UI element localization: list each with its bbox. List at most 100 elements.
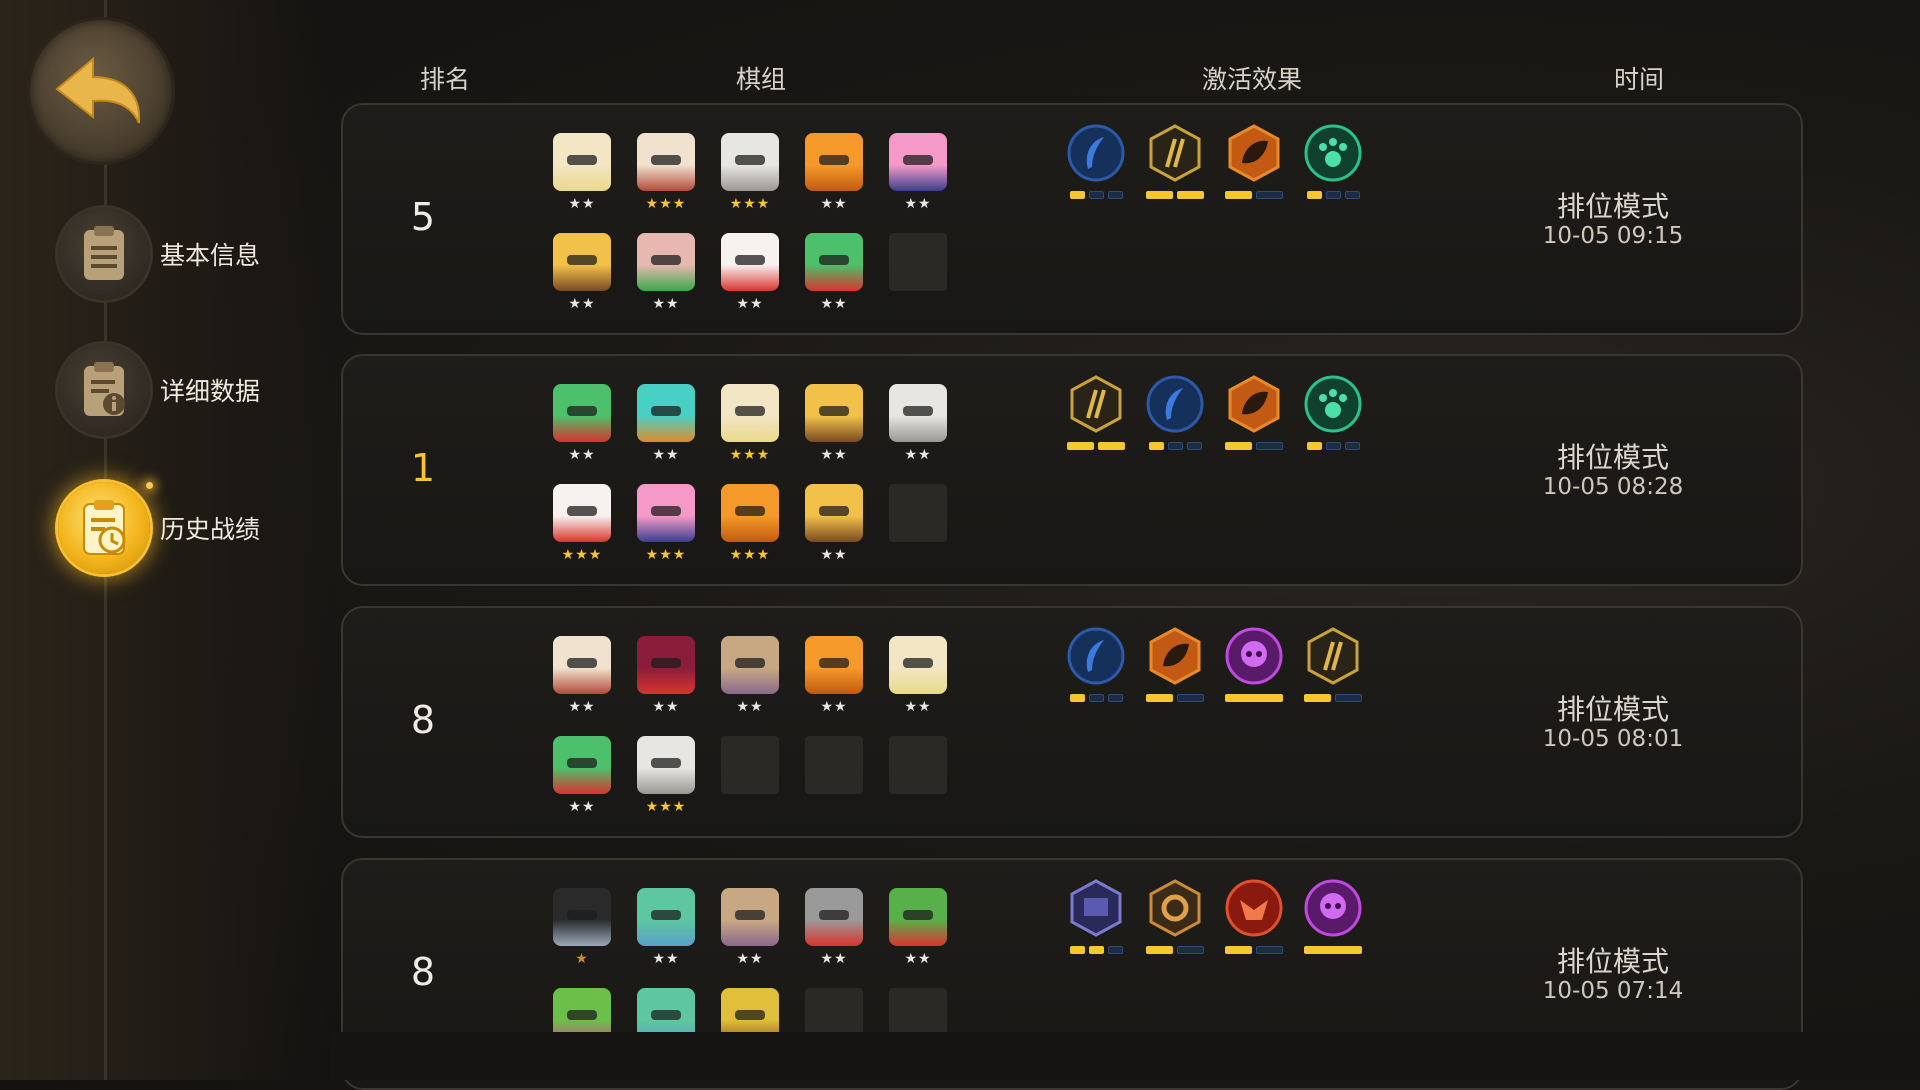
flame-golem-portrait [805,636,863,694]
gold-claw-icon [1145,123,1205,187]
blue-feather-trait[interactable] [1066,123,1126,199]
unit-cowboy-gunner[interactable]: ★★ [553,636,611,716]
trait-level-bars [1303,191,1363,199]
nav-history[interactable]: 历史战绩 [58,482,260,574]
unit-bandaged-mummy[interactable]: ★★ [721,636,779,716]
sparkle [146,482,153,489]
dark-hood-portrait [553,888,611,946]
unit-white-knight[interactable]: ★★★ [637,736,695,816]
green-goblin-portrait [637,233,695,291]
nav-basic-info[interactable]: 基本信息 [58,208,260,300]
unit-white-knight[interactable]: ★★★ [721,133,779,213]
cowboy-gunner-portrait [553,636,611,694]
gold-claw-trait[interactable] [1303,626,1363,702]
unit-cowboy-gunner[interactable]: ★★★ [637,133,695,213]
star-rating: ★★ [652,447,680,463]
nav-detailed-data[interactable]: 详细数据 [58,344,260,436]
star-rating: ★★ [904,196,932,212]
rank-value: 1 [410,446,436,490]
trait-level-bars [1145,442,1205,450]
unit-bandaged-mummy[interactable]: ★★ [721,888,779,968]
star-rating: ★★★ [645,196,687,212]
pink-hair-bandit-portrait [889,133,947,191]
unit-red-eye-skull[interactable]: ★★ [805,888,863,968]
trait-level-bar [1325,442,1341,450]
header-lineup: 棋组 [736,65,787,94]
star-rating: ★★★ [729,196,771,212]
trait-level-bars [1066,442,1126,450]
trait-level-bars [1303,946,1363,954]
unit-hooded-horn[interactable]: ★★ [553,233,611,313]
unit-hooded-horn[interactable]: ★★ [805,384,863,464]
star-rating: ★ [575,951,589,967]
unit-green-goblin[interactable]: ★★ [637,233,695,313]
trait-level-bars [1145,191,1205,199]
flame-golem-portrait [721,484,779,542]
purple-skull-trait[interactable] [1224,626,1284,702]
purple-skull-trait[interactable] [1303,878,1363,954]
trait-level-bar [1107,191,1123,199]
unit-green-alien-robot[interactable]: ★★ [637,888,695,968]
header-rank: 排名 [420,65,471,94]
unit-goblin-rider[interactable]: ★★ [889,888,947,968]
green-paw-trait[interactable] [1303,123,1363,199]
purple-skull-icon [1224,626,1284,690]
red-beast-trait[interactable] [1224,878,1284,954]
unit-green-frog[interactable]: ★★ [553,384,611,464]
unit-teal-robot[interactable]: ★★ [637,384,695,464]
unit-green-frog[interactable]: ★★ [805,233,863,313]
unit-white-knight[interactable]: ★★ [889,384,947,464]
trait-level-bar [1225,694,1283,702]
unit-green-frog[interactable]: ★★ [553,736,611,816]
blue-feather-trait[interactable] [1145,374,1205,450]
orange-leaf-trait[interactable] [1224,374,1284,450]
unit-santa-warrior[interactable]: ★★ [721,233,779,313]
red-demon-portrait [637,636,695,694]
orange-leaf-trait[interactable] [1224,123,1284,199]
unit-pink-hair-bandit[interactable]: ★★ [889,133,947,213]
trait-level-bars [1224,694,1284,702]
trait-level-bar [1107,694,1123,702]
unit-hooded-horn[interactable]: ★★ [805,484,863,564]
gold-claw-trait[interactable] [1066,374,1126,450]
green-paw-trait[interactable] [1303,374,1363,450]
unit-red-demon[interactable]: ★★ [637,636,695,716]
unit-cowboy-pilot[interactable]: ★★ [553,133,611,213]
star-rating: ★★ [820,951,848,967]
unit-flame-golem[interactable]: ★★★ [721,484,779,564]
star-rating: ★★ [652,699,680,715]
trait-level-bar [1177,946,1204,954]
green-frog-portrait [553,384,611,442]
purple-screen-trait[interactable] [1066,878,1126,954]
trait-level-bar [1186,442,1202,450]
orange-leaf-trait[interactable] [1145,626,1205,702]
blue-feather-icon [1145,374,1205,438]
santa-warrior-portrait [553,484,611,542]
trait-level-bar [1225,442,1252,450]
trait-level-bar [1069,946,1085,954]
unit-cowboy-pilot[interactable]: ★★★ [721,384,779,464]
game-mode: 排位模式 [1556,190,1669,223]
unit-flame-golem[interactable]: ★★ [805,636,863,716]
goblin-rider-portrait [889,888,947,946]
unit-cowboy-pilot[interactable]: ★★ [889,636,947,716]
star-rating: ★★ [820,699,848,715]
match-record-card[interactable]: 1 ★★ ★★ ★★★ ★★ ★★ ★★★ ★★★ ★★★ ★★ 排位模式 10-0… [341,354,1803,586]
orange-leaf-icon [1145,626,1205,690]
gold-claw-trait[interactable] [1145,123,1205,199]
match-record-card[interactable]: 5 ★★ ★★★ ★★★ ★★ ★★ ★★ ★★ ★★ ★★ 排位模式 10-05 … [341,103,1803,335]
unit-santa-warrior[interactable]: ★★★ [553,484,611,564]
trait-level-bar [1146,191,1173,199]
back-button[interactable] [30,20,172,162]
hooded-horn-portrait [805,484,863,542]
game-mode: 排位模式 [1556,693,1669,726]
match-record-card[interactable]: 8 ★★ ★★ ★★ ★★ ★★ ★★ ★★★ 排位模式 10-05 08:01 [341,606,1803,838]
trait-level-bar [1177,191,1204,199]
unit-flame-golem[interactable]: ★★ [805,133,863,213]
unit-dark-hood[interactable]: ★ [553,888,611,968]
trait-level-bar [1256,191,1283,199]
unit-pink-hair-bandit[interactable]: ★★★ [637,484,695,564]
bronze-gear-trait[interactable] [1145,878,1205,954]
document-info-icon [58,344,150,436]
blue-feather-trait[interactable] [1066,626,1126,702]
